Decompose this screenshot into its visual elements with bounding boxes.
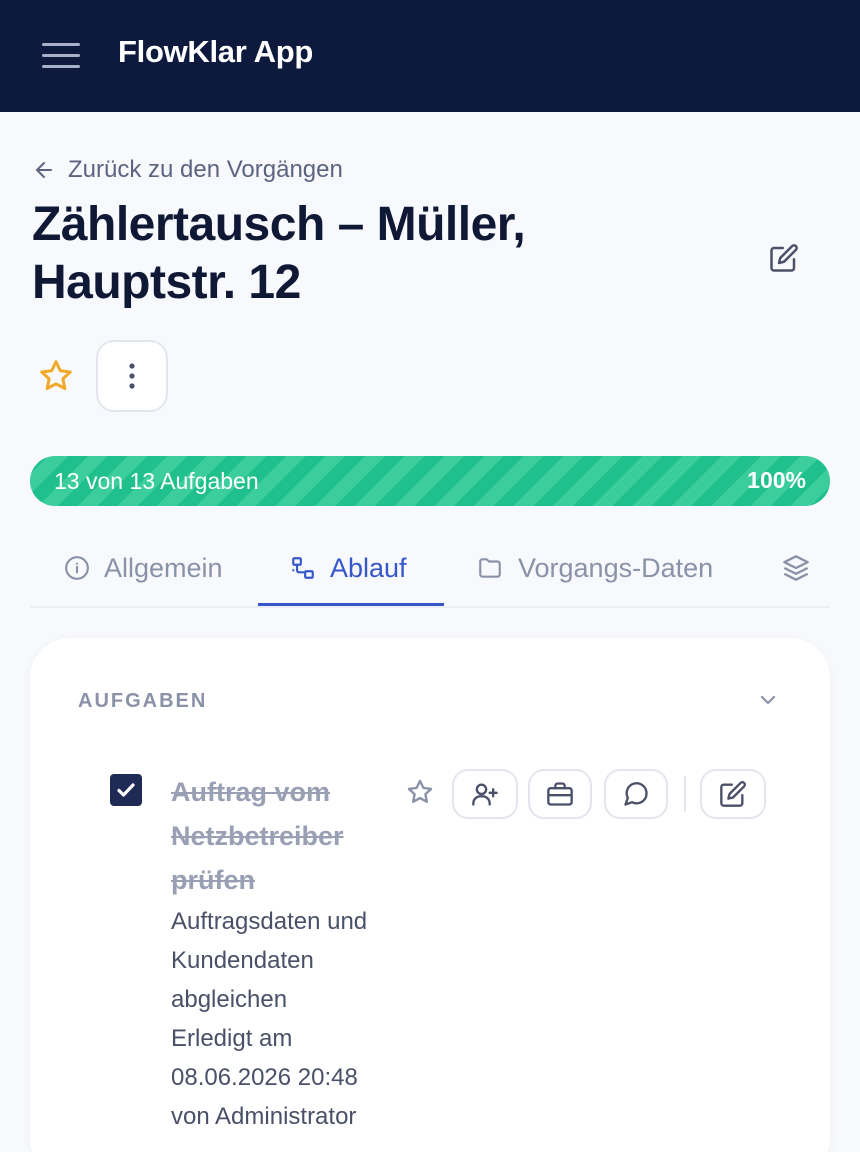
edit-title-button[interactable] [766,240,802,276]
chevron-down-icon [760,695,776,705]
back-link[interactable]: Zurück zu den Vorgängen [32,154,343,186]
task-favorite-button[interactable] [404,776,436,808]
task-progress-bar: 13 von 13 Aufgaben 100% [30,456,830,506]
layers-icon [783,555,809,581]
back-link-label: Zurück zu den Vorgängen [68,156,343,183]
edit-icon [720,781,746,807]
tab-label: Vorgangs-Daten [518,552,714,583]
app-title: FlowKlar App [118,34,314,69]
action-divider [684,776,686,812]
more-vertical-icon [129,363,135,389]
progress-label: 13 von 13 Aufgaben [54,468,259,494]
tasks-card: AUFGABEN Auftrag vom Netzbetreiber prüfe… [30,638,830,1152]
arrow-left-icon [36,162,52,178]
tab-more[interactable] [782,530,824,606]
page-title: Zählertausch – Müller, Hauptstr. 12 [32,198,526,309]
top-app-bar: FlowKlar App [0,0,860,112]
progress-percent: 100% [747,467,806,493]
tab-allgemein[interactable]: Allgemein [64,530,223,606]
briefcase-icon [547,782,573,806]
folder-icon [479,558,501,578]
star-icon [40,360,72,391]
user-plus-icon [472,783,498,806]
tab-label: Ablauf [330,552,407,583]
tab-bar: Allgemein Ablauf Vorgangs-Daten [30,530,830,608]
info-icon [65,556,89,580]
menu-icon[interactable] [42,39,82,71]
edit-icon [770,244,798,272]
task-title[interactable]: Auftrag vom Netzbetreiber prüfen [171,770,381,902]
tab-label: Allgemein [104,552,223,583]
tab-vorgangs-daten[interactable]: Vorgangs-Daten [476,530,713,606]
more-options-button[interactable] [96,340,168,412]
workflow-icon [292,557,314,579]
active-tab-indicator [258,603,444,606]
task-completed-info: Erledigt am 08.06.2026 20:48 von Adminis… [171,1025,358,1130]
star-icon [407,779,433,803]
comment-button[interactable] [604,769,668,819]
favorite-button[interactable] [36,356,76,396]
tab-ablauf[interactable]: Ablauf [290,530,407,606]
task-description: Auftragsdaten und Kundendaten abgleichen [171,908,368,1013]
briefcase-button[interactable] [528,769,592,819]
section-header: AUFGABEN [78,690,208,712]
message-circle-icon [624,782,648,806]
check-icon [117,783,135,797]
collapse-button[interactable] [752,684,784,716]
assign-user-button[interactable] [452,769,518,819]
edit-task-button[interactable] [700,769,766,819]
task-checkbox[interactable] [110,774,142,806]
